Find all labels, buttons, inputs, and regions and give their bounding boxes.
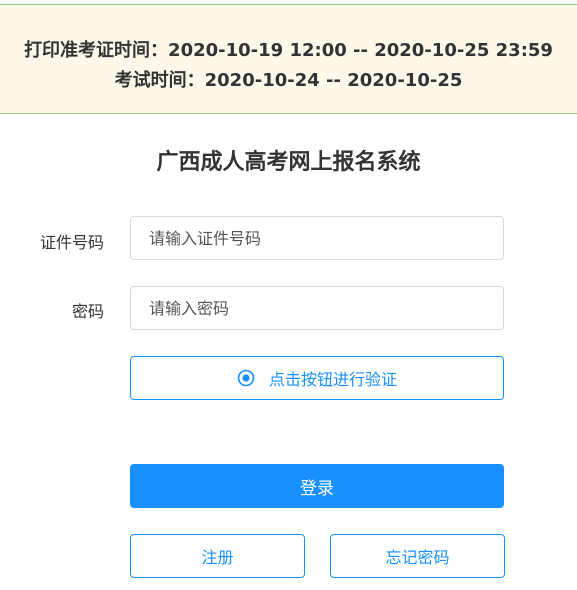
verify-button-label: 点击按钮进行验证 <box>268 370 397 389</box>
password-input[interactable] <box>130 286 504 330</box>
id-number-input[interactable] <box>130 216 504 260</box>
login-button[interactable]: 登录 <box>130 464 504 508</box>
target-icon <box>237 369 255 387</box>
page-title: 广西成人高考网上报名系统 <box>156 150 421 175</box>
notice-banner: 打印准考证时间：2020-10-19 12:00 -- 2020-10-25 2… <box>0 4 577 114</box>
verify-button[interactable]: 点击按钮进行验证 <box>130 356 504 400</box>
print-time-notice: 打印准考证时间：2020-10-19 12:00 -- 2020-10-25 2… <box>24 40 553 61</box>
forgot-password-button[interactable]: 忘记密码 <box>330 534 505 578</box>
id-number-label: 证件号码 <box>39 233 104 252</box>
password-label: 密码 <box>71 302 104 321</box>
register-button[interactable]: 注册 <box>130 534 305 578</box>
exam-time-notice: 考试时间：2020-10-24 -- 2020-10-25 <box>114 70 463 91</box>
